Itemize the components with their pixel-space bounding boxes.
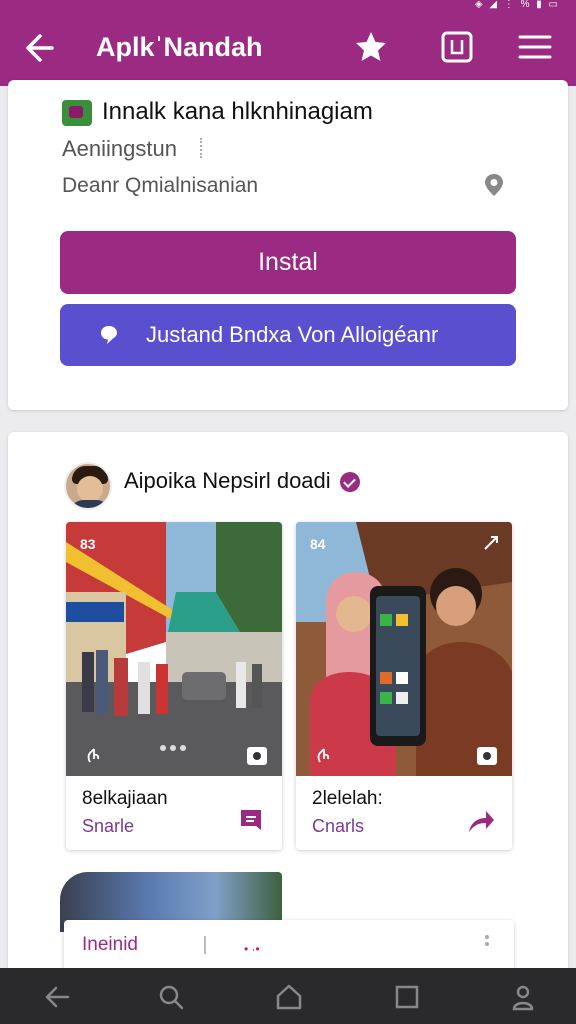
app-title: AplkˈNandah xyxy=(96,32,263,62)
developer-name[interactable]: Aeniingstun xyxy=(62,136,177,162)
divider xyxy=(200,138,202,158)
square-box-icon[interactable] xyxy=(440,30,474,64)
photo-count-badge: 84 xyxy=(310,536,326,552)
post-tile[interactable]: 84 2lelelah: Cnarls xyxy=(296,522,512,850)
share-link[interactable]: Cnarls xyxy=(312,816,364,837)
back-icon[interactable] xyxy=(42,982,72,1012)
hand-icon[interactable] xyxy=(86,746,102,764)
more-vert-icon[interactable] xyxy=(484,934,490,954)
divider xyxy=(204,936,206,954)
carousel-dots xyxy=(160,738,190,756)
app-name: Innalk kana hlknhinagiam xyxy=(102,98,373,125)
secondary-action-button[interactable]: Justand Bndxa Von Alloigéanr xyxy=(60,304,516,366)
back-arrow-icon[interactable] xyxy=(22,30,58,66)
install-button[interactable]: Instal xyxy=(60,231,516,294)
location-pin-icon[interactable] xyxy=(482,172,506,198)
list-item-mark: • ·• xyxy=(244,942,260,956)
app-info-card: Innalk kana hlknhinagiam Aeniingstun Dea… xyxy=(8,80,568,410)
poster-name[interactable]: Aipoika Nepsirl doadi xyxy=(124,468,331,494)
post-tile[interactable]: 83 8elkajiaan Snarle xyxy=(66,522,282,850)
share-arrow-icon[interactable] xyxy=(466,806,496,836)
avatar[interactable] xyxy=(64,462,112,510)
post-caption: 2lelelah: xyxy=(312,788,383,809)
hamburger-menu-icon[interactable] xyxy=(516,30,554,64)
share-link[interactable]: Snarle xyxy=(82,816,134,837)
star-icon[interactable] xyxy=(352,28,390,66)
account-icon[interactable] xyxy=(508,982,538,1012)
hand-icon[interactable] xyxy=(316,746,332,764)
location-text: Deanr Qmialnisanian xyxy=(62,174,259,197)
list-item-label: Ineinid xyxy=(82,934,138,955)
photo-count-badge: 83 xyxy=(80,536,96,552)
recents-icon[interactable] xyxy=(392,982,422,1012)
street-photo[interactable]: 83 xyxy=(66,522,282,776)
secondary-button-label: Justand Bndxa Von Alloigéanr xyxy=(146,322,439,347)
status-icons: ◈ ◢ ⋮ % ▮ ▭ xyxy=(474,0,560,10)
app-flag-icon xyxy=(62,100,92,126)
verified-badge-icon xyxy=(340,472,360,492)
camera-icon[interactable] xyxy=(246,746,268,766)
app-bar: AplkˈNandah xyxy=(0,12,576,86)
home-icon[interactable] xyxy=(274,982,304,1012)
camera-icon[interactable] xyxy=(476,746,498,766)
expand-icon[interactable] xyxy=(482,534,500,552)
post-caption: 8elkajiaan xyxy=(82,788,168,809)
system-nav-bar xyxy=(0,968,576,1024)
bookmark-icon[interactable] xyxy=(236,806,266,836)
chat-bubble-icon xyxy=(101,326,117,344)
phone-photo[interactable]: 84 xyxy=(296,522,512,776)
search-icon[interactable] xyxy=(156,982,186,1012)
status-bar: ◈ ◢ ⋮ % ▮ ▭ xyxy=(0,0,576,12)
